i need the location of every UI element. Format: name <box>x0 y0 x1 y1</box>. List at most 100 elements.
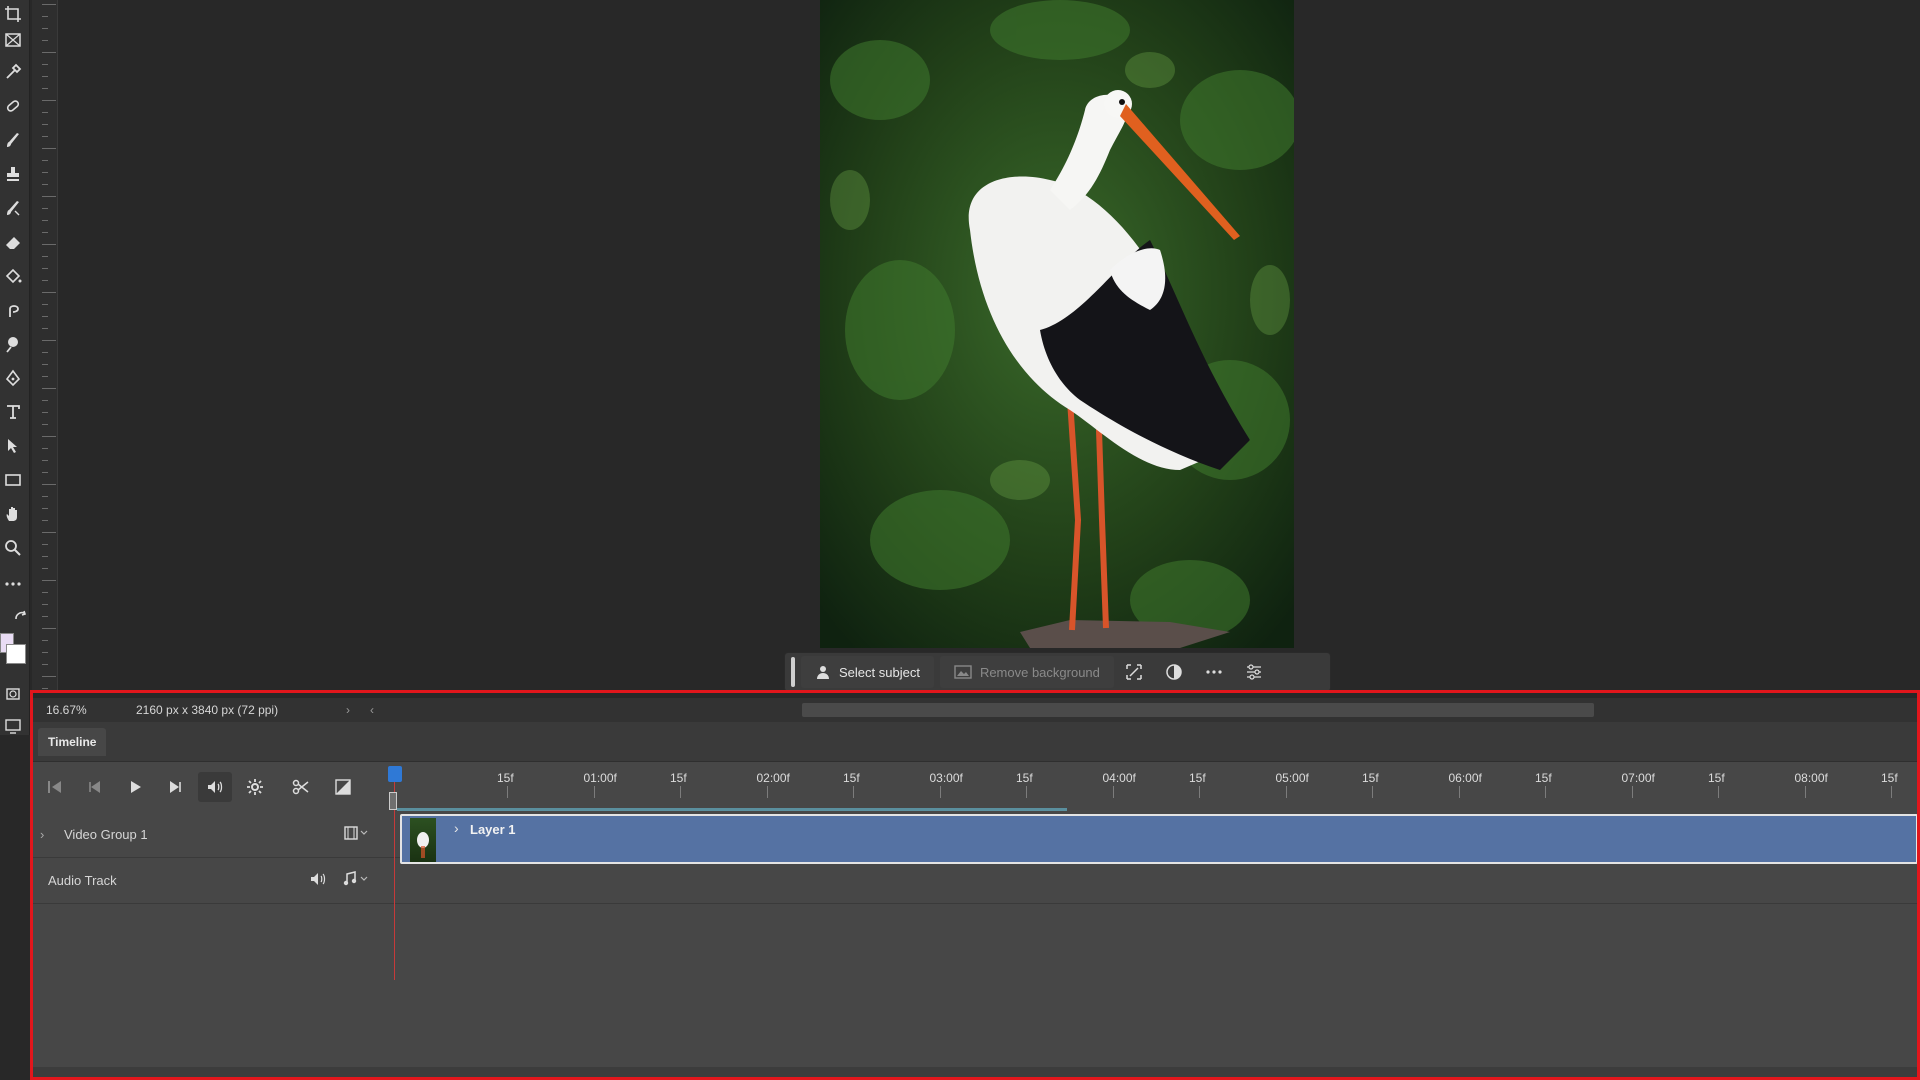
eraser-icon[interactable] <box>0 228 26 256</box>
pen-icon[interactable] <box>0 364 26 392</box>
ruler-tick <box>42 604 48 605</box>
ruler-tick <box>939 786 941 798</box>
eyedropper-icon[interactable] <box>0 58 26 86</box>
ruler-tick <box>42 244 56 245</box>
taskbar-settings-icon[interactable] <box>1234 656 1274 688</box>
ruler-tick <box>42 688 48 689</box>
ruler-tick <box>42 376 48 377</box>
ruler-tick <box>42 28 48 29</box>
ruler-tick <box>42 148 56 149</box>
hand-icon[interactable] <box>0 500 26 528</box>
previous-frame-icon[interactable] <box>78 772 112 802</box>
ruler-tick <box>42 280 48 281</box>
adjustment-icon[interactable] <box>1154 656 1194 688</box>
brush-icon[interactable] <box>0 126 26 154</box>
history-brush-icon[interactable] <box>0 194 26 222</box>
zoom-icon[interactable] <box>0 534 26 562</box>
audio-track-label: Audio Track <box>48 873 117 888</box>
zoom-level[interactable]: 16.67% <box>46 703 136 717</box>
background-color-swatch[interactable] <box>6 644 26 664</box>
swap-colors-icon[interactable] <box>8 604 34 632</box>
horizontal-scrollbar-thumb[interactable] <box>802 703 1594 717</box>
ruler-tick <box>42 484 56 485</box>
remove-background-button[interactable]: Remove background <box>939 656 1114 688</box>
screen-mode-icon[interactable] <box>0 712 26 740</box>
more-tools-icon[interactable] <box>0 570 26 598</box>
ruler-label: 15f <box>1189 771 1206 785</box>
ruler-tick <box>42 196 56 197</box>
person-icon <box>817 666 829 679</box>
play-icon[interactable] <box>118 772 152 802</box>
ruler-tick <box>42 340 56 341</box>
ruler-tick <box>507 786 508 798</box>
ruler-tick <box>42 208 48 209</box>
crop-icon[interactable] <box>0 0 26 28</box>
smudge-icon[interactable] <box>0 296 26 324</box>
ruler-label: 02:00f <box>756 771 790 785</box>
ruler-label: 06:00f <box>1448 771 1482 785</box>
work-area-bar[interactable] <box>397 808 1067 811</box>
time-ruler[interactable]: 15f 01:00f 15f 02:00f 15f 03:00f 15f 04:00f 15f 0… <box>397 762 1920 802</box>
layer-1-clip[interactable]: › Layer 1 <box>400 814 1918 864</box>
scroll-left-chevron-icon[interactable]: ‹ <box>360 703 384 717</box>
ruler-tick <box>42 616 48 617</box>
audio-track-header: Audio Track <box>32 858 397 903</box>
ruler-tick <box>1285 786 1287 798</box>
ruler-tick <box>42 184 48 185</box>
ruler-tick <box>42 472 48 473</box>
audio-toggle-icon[interactable] <box>198 772 232 802</box>
taskbar-grip[interactable] <box>791 657 795 687</box>
ruler-label: 15f <box>1881 771 1898 785</box>
ruler-tick <box>42 532 56 533</box>
transition-icon[interactable] <box>326 772 360 802</box>
healing-brush-icon[interactable] <box>0 92 26 120</box>
ruler-tick <box>42 112 48 113</box>
photoshop-window: Select subject Remove background 16.67% … <box>0 0 1920 1080</box>
status-expand-chevron-icon[interactable]: › <box>336 703 360 717</box>
timeline-panel: Timeline 15f 01:00f 15f 02:00f 15f 03:00f 15f 0… <box>32 722 1920 1080</box>
rectangle-icon[interactable] <box>0 466 26 494</box>
ruler-label: 03:00f <box>929 771 963 785</box>
ruler-tick <box>42 232 48 233</box>
ruler-tick <box>1026 786 1027 798</box>
ruler-tick <box>1372 786 1373 798</box>
mute-speaker-icon[interactable] <box>310 871 328 890</box>
quick-mask-icon[interactable] <box>0 680 26 708</box>
ruler-tick <box>42 304 48 305</box>
ruler-tick <box>680 786 681 798</box>
expand-chevron-icon[interactable]: › <box>40 827 64 842</box>
select-subject-button[interactable]: Select subject <box>801 656 934 688</box>
ruler-tick <box>42 4 56 5</box>
tab-timeline[interactable]: Timeline <box>38 728 107 756</box>
film-strip-dropdown-icon[interactable] <box>344 825 374 844</box>
ruler-tick <box>42 508 48 509</box>
ruler-label: 15f <box>1362 771 1379 785</box>
clip-expand-chevron-icon[interactable]: › <box>454 820 459 836</box>
paint-bucket-icon[interactable] <box>0 262 26 290</box>
type-icon[interactable] <box>0 398 26 426</box>
music-note-dropdown-icon[interactable] <box>342 871 372 890</box>
ruler-tick <box>42 460 48 461</box>
path-select-icon[interactable] <box>0 432 26 460</box>
clone-stamp-icon[interactable] <box>0 160 26 188</box>
playback-settings-gear-icon[interactable] <box>238 772 272 802</box>
more-options-icon[interactable] <box>1194 656 1234 688</box>
ruler-label: 08:00f <box>1794 771 1828 785</box>
canvas-image-stork[interactable] <box>820 0 1294 648</box>
go-to-first-frame-icon[interactable] <box>38 772 72 802</box>
split-scissors-icon[interactable] <box>284 772 318 802</box>
clip-thumbnail <box>410 818 436 862</box>
timeline-tab-bar: Timeline <box>32 722 1920 762</box>
ruler-tick <box>42 496 48 497</box>
ruler-tick <box>42 292 56 293</box>
transform-selection-icon[interactable] <box>1114 656 1154 688</box>
next-frame-icon[interactable] <box>158 772 192 802</box>
ruler-tick <box>1718 786 1719 798</box>
ruler-label: 15f <box>1535 771 1552 785</box>
ruler-tick <box>42 448 48 449</box>
playhead-handle[interactable] <box>388 766 402 782</box>
clip-label: Layer 1 <box>470 822 516 837</box>
ruler-tick <box>42 676 56 677</box>
dodge-icon[interactable] <box>0 330 26 358</box>
frame-icon[interactable] <box>0 26 26 54</box>
